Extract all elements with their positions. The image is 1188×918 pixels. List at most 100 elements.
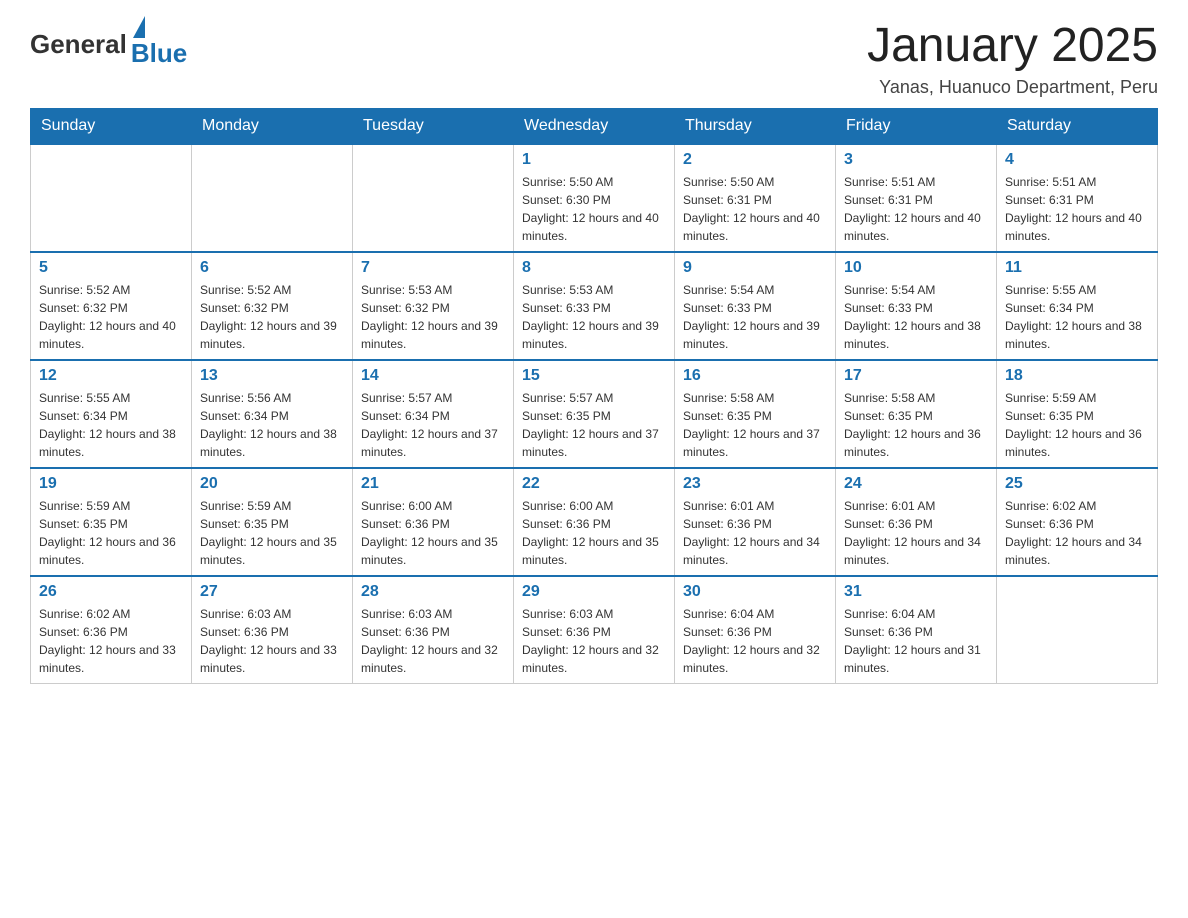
day-info: Sunrise: 5:50 AM Sunset: 6:31 PM Dayligh… [683, 173, 827, 245]
calendar-cell [192, 144, 353, 252]
calendar-cell: 15Sunrise: 5:57 AM Sunset: 6:35 PM Dayli… [514, 360, 675, 468]
calendar-cell: 19 Sunrise: 5:59 AM Sunset: 6:35 PM Dayli… [31, 468, 192, 576]
day-info: Sunrise: 6:03 AM Sunset: 6:36 PM Dayligh… [522, 605, 666, 677]
day-number: 18 [1005, 367, 1149, 385]
calendar-cell [997, 576, 1158, 684]
day-info: Sunrise: 6:02 AM Sunset: 6:36 PM Dayligh… [1005, 497, 1149, 569]
calendar-cell: 7 Sunrise: 5:53 AM Sunset: 6:32 PM Daylig… [353, 252, 514, 360]
calendar-cell: 21 Sunrise: 6:00 AM Sunset: 6:36 PM Dayli… [353, 468, 514, 576]
day-info: Sunrise: 5:57 AM Sunset: 6:35 PM Dayligh… [522, 389, 666, 461]
column-header-friday: Friday [836, 108, 997, 144]
calendar-cell: 13 Sunrise: 5:56 AM Sunset: 6:34 PM Dayli… [192, 360, 353, 468]
day-info: Sunrise: 5:52 AM Sunset: 6:32 PM Dayligh… [39, 281, 183, 353]
day-info: Sunrise: 6:04 AM Sunset: 6:36 PM Dayligh… [683, 605, 827, 677]
day-info: Sunrise: 5:53 AM Sunset: 6:33 PM Dayligh… [522, 281, 666, 353]
day-info: Sunrise: 5:53 AM Sunset: 6:32 PM Dayligh… [361, 281, 505, 353]
week-row-2: 5 Sunrise: 5:52 AM Sunset: 6:32 PM Daylig… [31, 252, 1158, 360]
calendar-cell: 30 Sunrise: 6:04 AM Sunset: 6:36 PM Dayli… [675, 576, 836, 684]
day-info: Sunrise: 6:03 AM Sunset: 6:36 PM Dayligh… [200, 605, 344, 677]
calendar-cell: 5 Sunrise: 5:52 AM Sunset: 6:32 PM Daylig… [31, 252, 192, 360]
day-number: 5 [39, 259, 183, 277]
day-number: 17 [844, 367, 988, 385]
week-row-3: 12Sunrise: 5:55 AM Sunset: 6:34 PM Dayli… [31, 360, 1158, 468]
day-number: 2 [683, 151, 827, 169]
day-info: Sunrise: 6:04 AM Sunset: 6:36 PM Dayligh… [844, 605, 988, 677]
calendar-cell: 6Sunrise: 5:52 AM Sunset: 6:32 PM Daylig… [192, 252, 353, 360]
day-info: Sunrise: 5:55 AM Sunset: 6:34 PM Dayligh… [1005, 281, 1149, 353]
day-number: 13 [200, 367, 344, 385]
calendar-cell: 11 Sunrise: 5:55 AM Sunset: 6:34 PM Dayli… [997, 252, 1158, 360]
day-number: 1 [522, 151, 666, 169]
day-info: Sunrise: 5:59 AM Sunset: 6:35 PM Dayligh… [200, 497, 344, 569]
column-header-monday: Monday [192, 108, 353, 144]
sub-title: Yanas, Huanuco Department, Peru [867, 77, 1158, 98]
day-number: 6 [200, 259, 344, 277]
column-header-tuesday: Tuesday [353, 108, 514, 144]
day-number: 24 [844, 475, 988, 493]
day-number: 4 [1005, 151, 1149, 169]
calendar-cell: 18Sunrise: 5:59 AM Sunset: 6:35 PM Dayli… [997, 360, 1158, 468]
day-info: Sunrise: 6:03 AM Sunset: 6:36 PM Dayligh… [361, 605, 505, 677]
calendar-cell: 20Sunrise: 5:59 AM Sunset: 6:35 PM Dayli… [192, 468, 353, 576]
column-header-wednesday: Wednesday [514, 108, 675, 144]
day-info: Sunrise: 5:58 AM Sunset: 6:35 PM Dayligh… [683, 389, 827, 461]
day-info: Sunrise: 5:59 AM Sunset: 6:35 PM Dayligh… [39, 497, 183, 569]
calendar-table: SundayMondayTuesdayWednesdayThursdayFrid… [30, 108, 1158, 684]
day-number: 29 [522, 583, 666, 601]
day-number: 7 [361, 259, 505, 277]
day-number: 31 [844, 583, 988, 601]
calendar-cell: 9Sunrise: 5:54 AM Sunset: 6:33 PM Daylig… [675, 252, 836, 360]
day-number: 8 [522, 259, 666, 277]
calendar-cell: 26Sunrise: 6:02 AM Sunset: 6:36 PM Dayli… [31, 576, 192, 684]
column-header-sunday: Sunday [31, 108, 192, 144]
calendar-cell: 28Sunrise: 6:03 AM Sunset: 6:36 PM Dayli… [353, 576, 514, 684]
day-number: 23 [683, 475, 827, 493]
logo-general: General [30, 29, 127, 60]
day-info: Sunrise: 5:54 AM Sunset: 6:33 PM Dayligh… [844, 281, 988, 353]
calendar-cell: 12Sunrise: 5:55 AM Sunset: 6:34 PM Dayli… [31, 360, 192, 468]
week-row-1: 1Sunrise: 5:50 AM Sunset: 6:30 PM Daylig… [31, 144, 1158, 252]
calendar-header-row: SundayMondayTuesdayWednesdayThursdayFrid… [31, 108, 1158, 144]
day-info: Sunrise: 5:58 AM Sunset: 6:35 PM Dayligh… [844, 389, 988, 461]
week-row-5: 26Sunrise: 6:02 AM Sunset: 6:36 PM Dayli… [31, 576, 1158, 684]
calendar-cell: 22 Sunrise: 6:00 AM Sunset: 6:36 PM Dayli… [514, 468, 675, 576]
day-info: Sunrise: 6:00 AM Sunset: 6:36 PM Dayligh… [361, 497, 505, 569]
day-number: 19 [39, 475, 183, 493]
day-info: Sunrise: 5:57 AM Sunset: 6:34 PM Dayligh… [361, 389, 505, 461]
calendar-cell: 3 Sunrise: 5:51 AM Sunset: 6:31 PM Daylig… [836, 144, 997, 252]
logo-blue: Blue [131, 38, 187, 69]
calendar-cell: 25Sunrise: 6:02 AM Sunset: 6:36 PM Dayli… [997, 468, 1158, 576]
header: General Blue January 2025 Yanas, Huanuco… [30, 20, 1158, 98]
calendar-cell [31, 144, 192, 252]
day-info: Sunrise: 5:55 AM Sunset: 6:34 PM Dayligh… [39, 389, 183, 461]
calendar-cell: 24Sunrise: 6:01 AM Sunset: 6:36 PM Dayli… [836, 468, 997, 576]
column-header-saturday: Saturday [997, 108, 1158, 144]
calendar-cell: 8 Sunrise: 5:53 AM Sunset: 6:33 PM Daylig… [514, 252, 675, 360]
day-number: 10 [844, 259, 988, 277]
calendar-cell: 2 Sunrise: 5:50 AM Sunset: 6:31 PM Daylig… [675, 144, 836, 252]
day-number: 21 [361, 475, 505, 493]
logo-triangle-icon [133, 16, 145, 38]
day-info: Sunrise: 6:00 AM Sunset: 6:36 PM Dayligh… [522, 497, 666, 569]
day-info: Sunrise: 5:56 AM Sunset: 6:34 PM Dayligh… [200, 389, 344, 461]
day-number: 26 [39, 583, 183, 601]
calendar-cell: 16Sunrise: 5:58 AM Sunset: 6:35 PM Dayli… [675, 360, 836, 468]
main-title: January 2025 [867, 20, 1158, 73]
week-row-4: 19 Sunrise: 5:59 AM Sunset: 6:35 PM Dayli… [31, 468, 1158, 576]
day-number: 22 [522, 475, 666, 493]
calendar-cell: 4 Sunrise: 5:51 AM Sunset: 6:31 PM Daylig… [997, 144, 1158, 252]
logo: General Blue [30, 20, 187, 69]
calendar-cell: 14Sunrise: 5:57 AM Sunset: 6:34 PM Dayli… [353, 360, 514, 468]
calendar-cell: 17 Sunrise: 5:58 AM Sunset: 6:35 PM Dayli… [836, 360, 997, 468]
day-info: Sunrise: 5:51 AM Sunset: 6:31 PM Dayligh… [844, 173, 988, 245]
calendar-cell: 10 Sunrise: 5:54 AM Sunset: 6:33 PM Dayli… [836, 252, 997, 360]
day-info: Sunrise: 5:54 AM Sunset: 6:33 PM Dayligh… [683, 281, 827, 353]
day-info: Sunrise: 6:01 AM Sunset: 6:36 PM Dayligh… [683, 497, 827, 569]
day-number: 30 [683, 583, 827, 601]
calendar-cell: 29 Sunrise: 6:03 AM Sunset: 6:36 PM Dayli… [514, 576, 675, 684]
calendar-cell: 27Sunrise: 6:03 AM Sunset: 6:36 PM Dayli… [192, 576, 353, 684]
calendar-cell: 1Sunrise: 5:50 AM Sunset: 6:30 PM Daylig… [514, 144, 675, 252]
day-info: Sunrise: 5:51 AM Sunset: 6:31 PM Dayligh… [1005, 173, 1149, 245]
day-number: 3 [844, 151, 988, 169]
day-number: 11 [1005, 259, 1149, 277]
